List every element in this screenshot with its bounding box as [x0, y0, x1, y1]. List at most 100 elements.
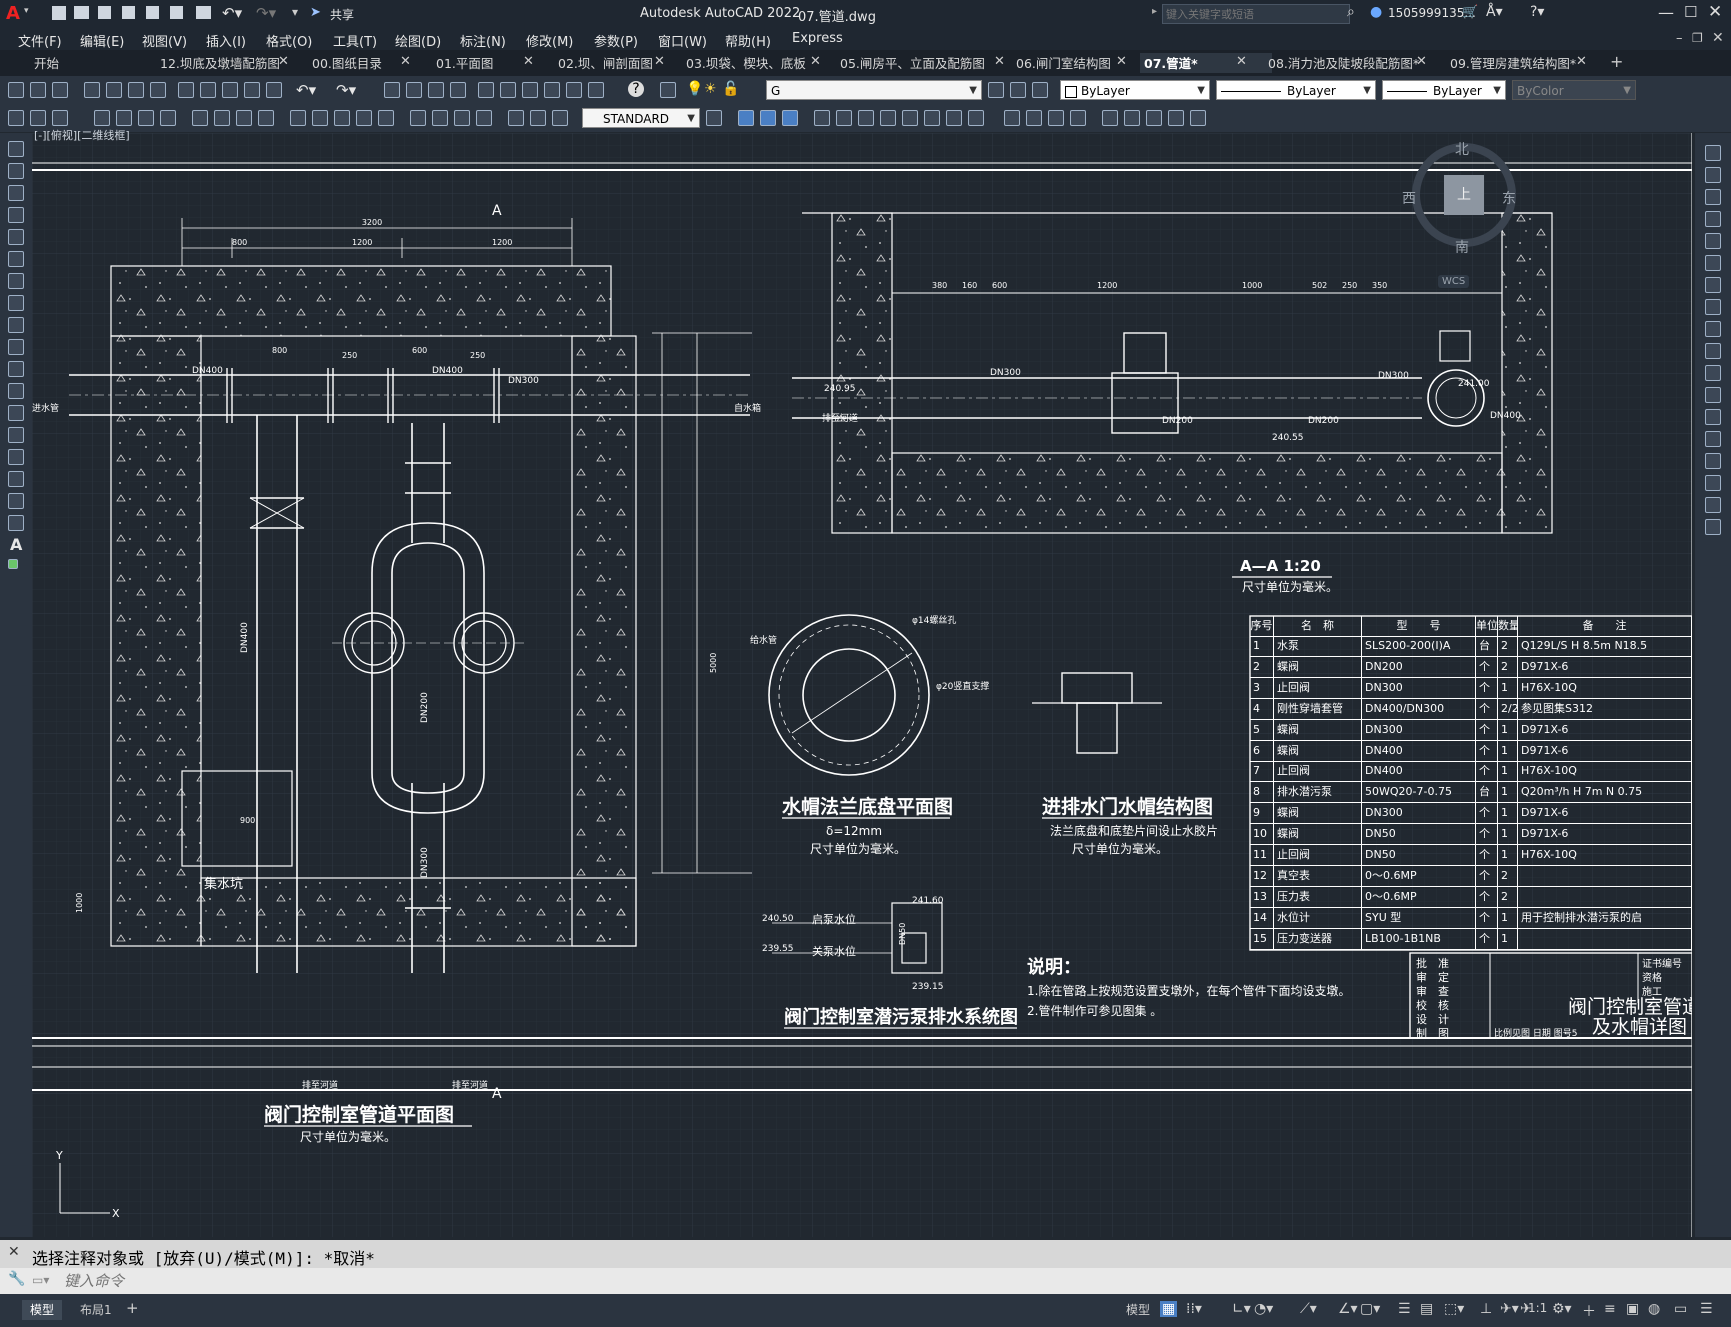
- tab-close-icon[interactable]: ✕: [1576, 54, 1587, 69]
- quick-dim-icon[interactable]: [290, 110, 306, 126]
- text-style-dropdown[interactable]: STANDARD ▼: [582, 108, 700, 128]
- wcs-menu[interactable]: WCS: [1438, 275, 1470, 288]
- center-mark-icon[interactable]: [432, 110, 448, 126]
- section-plane-icon[interactable]: [968, 110, 984, 126]
- minimize-icon[interactable]: —: [1658, 3, 1674, 22]
- new-icon[interactable]: [52, 6, 66, 20]
- redo-icon[interactable]: ↷▾: [256, 4, 276, 22]
- tool-palettes-icon[interactable]: [522, 82, 538, 98]
- layout1-tab[interactable]: 布局1: [72, 1300, 120, 1320]
- tab-close-icon[interactable]: ✕: [1416, 54, 1427, 69]
- materials-icon[interactable]: [1026, 110, 1042, 126]
- break-tool-icon[interactable]: [1705, 409, 1721, 425]
- tab-close-icon[interactable]: ✕: [654, 54, 665, 69]
- paste-icon[interactable]: [222, 82, 238, 98]
- mirror-tool-icon[interactable]: [1705, 189, 1721, 205]
- menu-file[interactable]: 文件(F): [18, 31, 62, 50]
- circle-tool-icon[interactable]: [8, 273, 24, 289]
- baseline-dim-icon[interactable]: [312, 110, 328, 126]
- cut-icon[interactable]: [178, 82, 194, 98]
- zoom-realtime-icon[interactable]: [406, 82, 422, 98]
- plot-preview-icon[interactable]: [106, 82, 122, 98]
- menu-modify[interactable]: 修改(M): [526, 31, 573, 50]
- menu-format[interactable]: 格式(O): [266, 31, 312, 50]
- tab-dwg-00[interactable]: 00.图纸目录: [308, 53, 386, 73]
- blend-tool-icon[interactable]: [1705, 497, 1721, 513]
- dynamic-ucs-icon[interactable]: ⊥: [1480, 1301, 1492, 1317]
- tab-start[interactable]: 开始: [30, 53, 63, 73]
- 3d-mirror-icon[interactable]: [880, 110, 896, 126]
- dim-style-icon[interactable]: [30, 110, 46, 126]
- aligned-dim-icon[interactable]: [116, 110, 132, 126]
- match-prop-icon[interactable]: [244, 82, 260, 98]
- sheet-set-icon[interactable]: [544, 82, 560, 98]
- tab-close-icon[interactable]: ✕: [1116, 54, 1127, 69]
- publish-icon[interactable]: [128, 82, 144, 98]
- layer-dropdown[interactable]: G ▼: [766, 80, 982, 100]
- menu-insert[interactable]: 插入(I): [206, 31, 246, 50]
- rectangle-tool-icon[interactable]: [8, 229, 24, 245]
- autodesk-app-icon[interactable]: Å▾: [1486, 4, 1503, 20]
- walk-icon[interactable]: [1124, 110, 1140, 126]
- orbit-icon[interactable]: [1102, 110, 1118, 126]
- model-space-button[interactable]: 模型: [1126, 1301, 1150, 1318]
- insert-block-icon[interactable]: [8, 383, 24, 399]
- color-dropdown[interactable]: ByLayer ▼: [1060, 80, 1210, 100]
- annotation-scale-value[interactable]: 1:1: [1528, 1301, 1547, 1315]
- add-scale-icon[interactable]: ＋: [1582, 1301, 1596, 1321]
- polar-icon[interactable]: ◔▾: [1254, 1301, 1273, 1317]
- model-layout-tab[interactable]: 模型: [22, 1300, 63, 1320]
- lineweight-icon[interactable]: ☰: [1398, 1301, 1411, 1317]
- scale-tool-icon[interactable]: [1705, 299, 1721, 315]
- xline-tool-icon[interactable]: [8, 163, 24, 179]
- menu-edit[interactable]: 编辑(E): [80, 31, 124, 50]
- radius-dim-icon[interactable]: [192, 110, 208, 126]
- search-expand-icon[interactable]: ▸: [1152, 6, 1157, 17]
- maximize-icon[interactable]: ☐: [1684, 3, 1697, 21]
- customize-qat-icon[interactable]: ▾: [292, 5, 298, 19]
- visual-style-icon[interactable]: [1190, 110, 1206, 126]
- save-web-icon[interactable]: [170, 6, 183, 19]
- viewcube-face[interactable]: 上: [1444, 175, 1484, 215]
- open-file-icon[interactable]: [30, 82, 46, 98]
- menu-draw[interactable]: 绘图(D): [395, 31, 441, 50]
- layer-thaw-icon[interactable]: ☀: [704, 81, 717, 97]
- tab-close-icon[interactable]: ✕: [810, 54, 821, 69]
- share-icon[interactable]: ➤: [310, 5, 321, 20]
- autocad-logo-icon[interactable]: A: [6, 3, 20, 24]
- osnap-tracking-icon[interactable]: ∠▾: [1338, 1301, 1358, 1317]
- 3d-array-icon[interactable]: [902, 110, 918, 126]
- tab-dwg-12[interactable]: 12.坝底及墩墙配筋图: [156, 53, 284, 73]
- saveas-icon[interactable]: [122, 6, 135, 19]
- extend-tool-icon[interactable]: [1705, 365, 1721, 381]
- 3d-print-icon[interactable]: [150, 82, 166, 98]
- linetype-dropdown[interactable]: ByLayer ▼: [1216, 80, 1376, 100]
- close-cmd-icon[interactable]: ✕: [8, 1244, 20, 1260]
- ellipse-arc-tool-icon[interactable]: [8, 361, 24, 377]
- 3d-subtract-icon[interactable]: [782, 110, 798, 126]
- lineweight-dropdown[interactable]: ByLayer ▼: [1382, 80, 1506, 100]
- tab-close-icon[interactable]: ✕: [400, 54, 411, 69]
- arc-length-icon[interactable]: [138, 110, 154, 126]
- dim-text-edit-icon[interactable]: [530, 110, 546, 126]
- save-icon[interactable]: [98, 6, 111, 19]
- dim-break-icon[interactable]: [378, 110, 394, 126]
- tab-dwg-05[interactable]: 05.闸房平、立面及配筋图: [836, 53, 989, 73]
- gradient-tool-icon[interactable]: [8, 471, 24, 487]
- isodraft-icon[interactable]: ⟋▾: [1300, 1301, 1317, 1317]
- save-file-icon[interactable]: [52, 82, 68, 98]
- dim-update-icon[interactable]: [52, 110, 68, 126]
- undo-tb-icon[interactable]: ↶▾: [296, 81, 316, 99]
- dim-override-icon[interactable]: [706, 110, 722, 126]
- line-tool-icon[interactable]: [8, 141, 24, 157]
- pan-icon[interactable]: [384, 82, 400, 98]
- fillet-tool-icon[interactable]: [1705, 475, 1721, 491]
- tolerance-icon[interactable]: [410, 110, 426, 126]
- table-tool-icon[interactable]: [8, 515, 24, 531]
- dim-update2-icon[interactable]: [552, 110, 568, 126]
- command-input[interactable]: [62, 1270, 1706, 1292]
- erase-tool-icon[interactable]: [1705, 145, 1721, 161]
- menu-tools[interactable]: 工具(T): [333, 31, 377, 50]
- dim-space-icon[interactable]: [356, 110, 372, 126]
- layer-on-icon[interactable]: 💡: [686, 81, 703, 97]
